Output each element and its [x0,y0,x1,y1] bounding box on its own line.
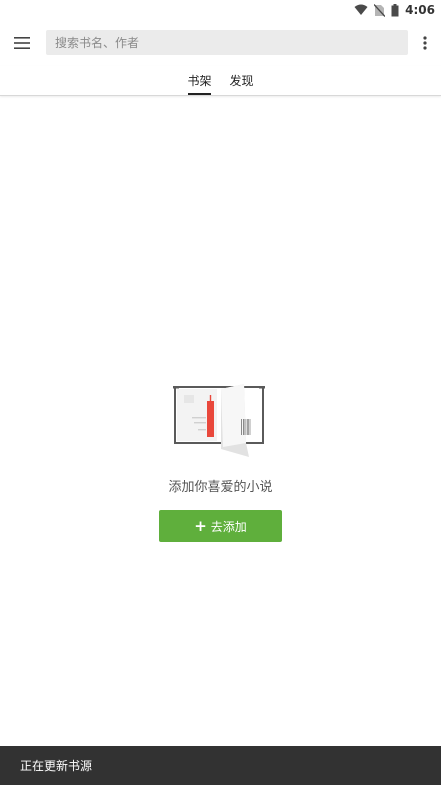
active-tab-indicator [188,93,211,95]
status-icons: 4:06 [354,2,435,18]
plus-icon: + [194,516,207,535]
snackbar-message: 正在更新书源 [20,759,93,773]
search-box[interactable] [46,30,408,55]
toolbar [0,24,441,62]
status-bar: 4:06 [0,0,441,20]
search-input[interactable] [55,30,408,55]
no-sim-icon [374,3,386,17]
add-novel-button-label: 去添加 [210,519,247,534]
tab-bookshelf[interactable]: 书架 [187,72,212,94]
battery-icon [391,3,399,16]
tab-discover[interactable]: 发现 [229,72,254,94]
empty-state-message: 添加你喜爱的小说 [168,480,273,495]
menu-button[interactable] [10,31,34,55]
add-novel-button[interactable]: + 去添加 [159,510,282,542]
snackbar: 正在更新书源 [0,746,441,785]
status-time: 4:06 [405,3,435,17]
tab-bar: 书架 发现 [0,66,441,96]
hamburger-menu-icon [14,37,30,49]
wifi-icon [354,4,368,15]
more-options-button[interactable] [417,31,433,55]
empty-bookshelf-illustration [172,383,268,461]
more-vert-icon [423,36,427,50]
